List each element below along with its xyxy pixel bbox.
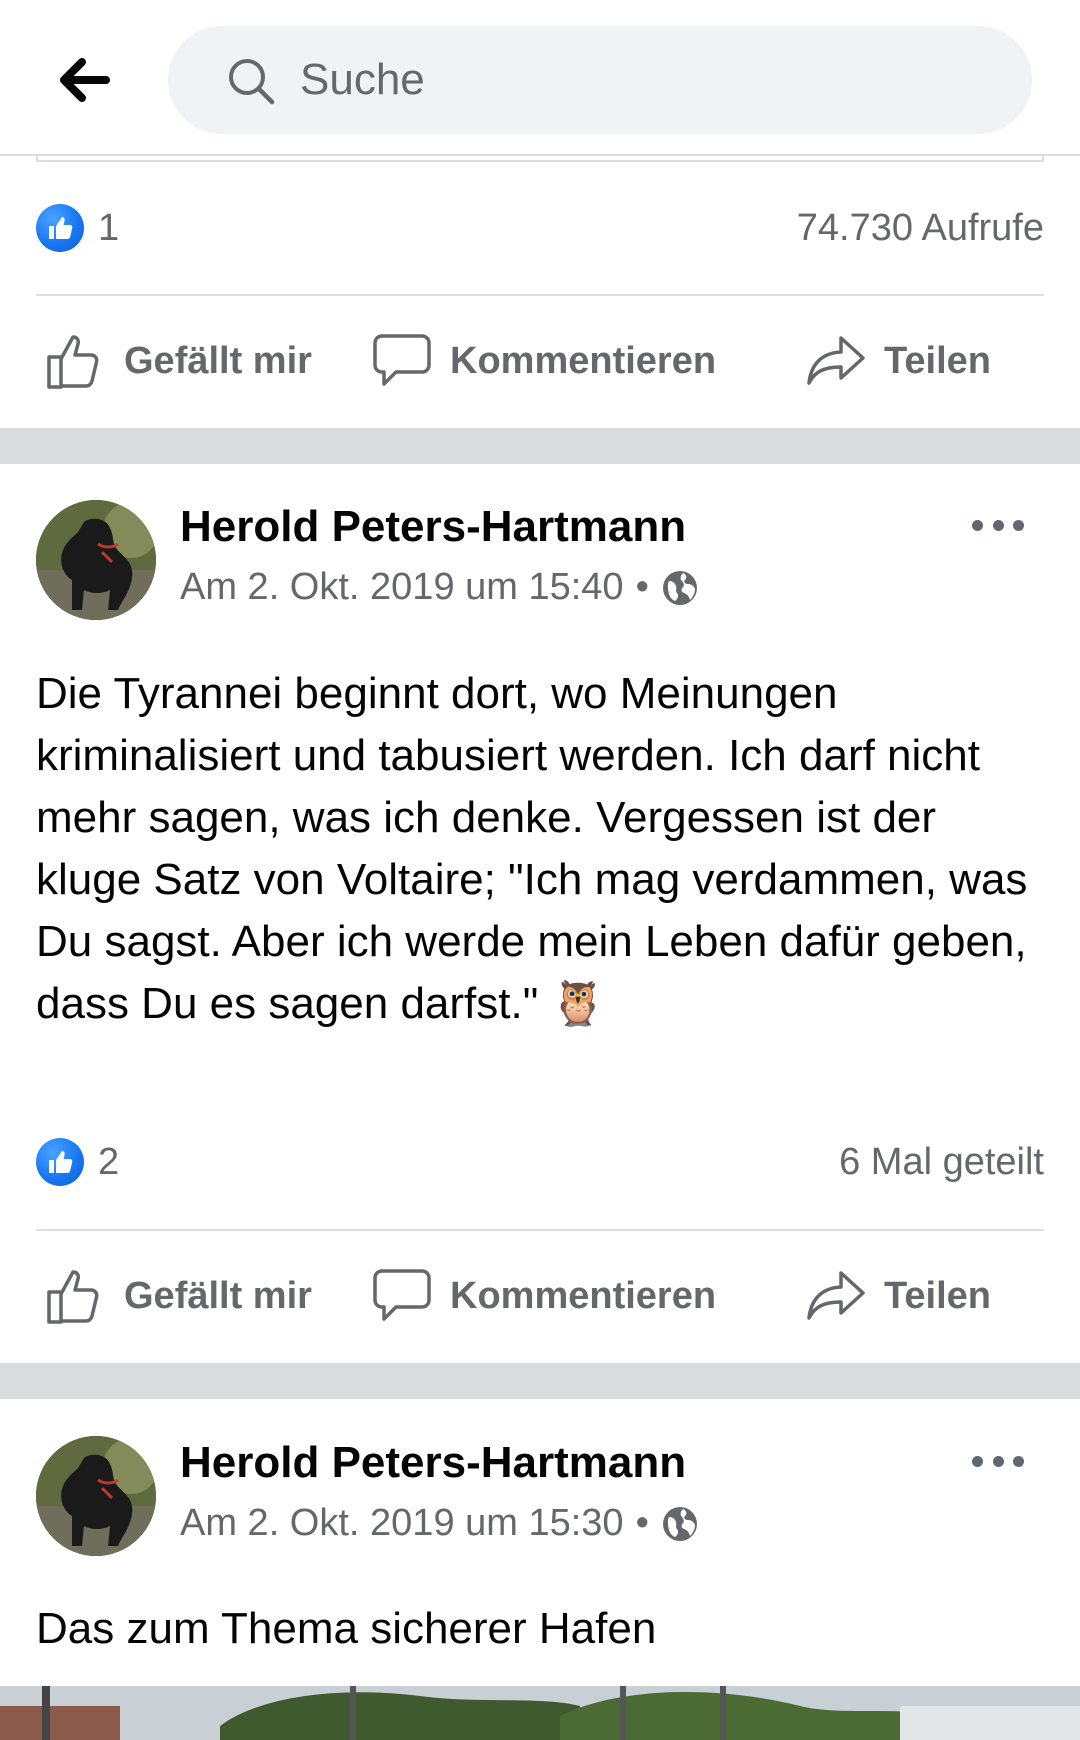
more-dot (992, 1455, 1004, 1467)
post-meta: Am 2. Okt. 2019 um 15:40 • (180, 566, 699, 609)
post-photo[interactable] (0, 1686, 1080, 1740)
post-author[interactable]: Herold Peters-Hartmann (180, 502, 686, 552)
reaction-count[interactable]: 2 (98, 1141, 119, 1184)
comment-bubble-icon (373, 1269, 431, 1321)
like-reaction-icon[interactable] (36, 204, 84, 252)
avatar[interactable] (36, 500, 156, 620)
divider (36, 1229, 1044, 1231)
comment-label: Kommentieren (450, 339, 717, 382)
post-meta: Am 2. Okt. 2019 um 15:30 • (180, 1502, 699, 1545)
view-count[interactable]: 74.730 Aufrufe (797, 207, 1044, 250)
share-arrow-icon (807, 1271, 865, 1320)
share-button[interactable]: Teilen (804, 302, 991, 420)
more-dot (1013, 1455, 1024, 1467)
globe-icon (662, 570, 697, 605)
more-dots-icon (972, 519, 983, 531)
reaction-count[interactable]: 1 (98, 207, 119, 250)
more-dot (992, 519, 1004, 531)
search-input[interactable] (300, 52, 900, 108)
comment-bubble-icon (373, 334, 431, 386)
search-bar[interactable] (168, 26, 1032, 134)
meta-dot: • (635, 566, 649, 608)
previous-post-reactions: 1 74.730 Aufrufe (36, 198, 1044, 258)
thumbs-up-outline-icon (47, 1270, 99, 1324)
previous-media-edge (36, 156, 1044, 162)
more-options-button[interactable] (966, 1441, 1030, 1481)
search-icon (229, 59, 275, 105)
like-button[interactable]: Gefällt mir (44, 302, 312, 420)
street-photo (0, 1686, 1080, 1740)
post-timestamp[interactable]: Am 2. Okt. 2019 um 15:40 (180, 566, 624, 609)
post-author[interactable]: Herold Peters-Hartmann (180, 1438, 686, 1488)
like-label: Gefällt mir (124, 339, 312, 382)
more-options-button[interactable] (966, 505, 1030, 545)
comment-label: Kommentieren (450, 1274, 717, 1317)
share-label: Teilen (884, 1274, 991, 1317)
share-count[interactable]: 6 Mal geteilt (839, 1141, 1044, 1184)
feed-separator (0, 1363, 1080, 1399)
comment-button[interactable]: Kommentieren (370, 1237, 716, 1355)
like-button[interactable]: Gefällt mir (44, 1237, 312, 1355)
divider (36, 294, 1044, 296)
dog-photo (36, 1436, 156, 1556)
post-reactions: 2 6 Mal geteilt (36, 1132, 1044, 1192)
dog-photo (36, 500, 156, 620)
more-dots-icon (972, 1455, 983, 1467)
post-timestamp[interactable]: Am 2. Okt. 2019 um 15:30 (180, 1502, 624, 1545)
like-reaction-icon[interactable] (36, 1138, 84, 1186)
more-dot (1013, 519, 1024, 531)
share-button[interactable]: Teilen (804, 1237, 991, 1355)
like-label: Gefällt mir (124, 1274, 312, 1317)
share-label: Teilen (884, 339, 991, 382)
post-text: Die Tyrannei beginnt dort, wo Meinungen … (36, 669, 1028, 1028)
feed-separator (0, 428, 1080, 464)
globe-icon (662, 1506, 697, 1541)
post-text: Das zum Thema sicherer Hafen (36, 1604, 657, 1653)
thumbs-up-outline-icon (47, 335, 99, 389)
comment-button[interactable]: Kommentieren (370, 302, 716, 420)
meta-dot: • (635, 1502, 649, 1544)
back-button[interactable] (52, 52, 116, 108)
post-actions: Gefällt mir Kommentieren Teilen (0, 1237, 1080, 1355)
back-arrow-icon (60, 58, 110, 102)
top-bar (0, 0, 1080, 156)
previous-post-actions: Gefällt mir Kommentieren Teilen (0, 302, 1080, 420)
share-arrow-icon (807, 336, 865, 385)
avatar[interactable] (36, 1436, 156, 1556)
